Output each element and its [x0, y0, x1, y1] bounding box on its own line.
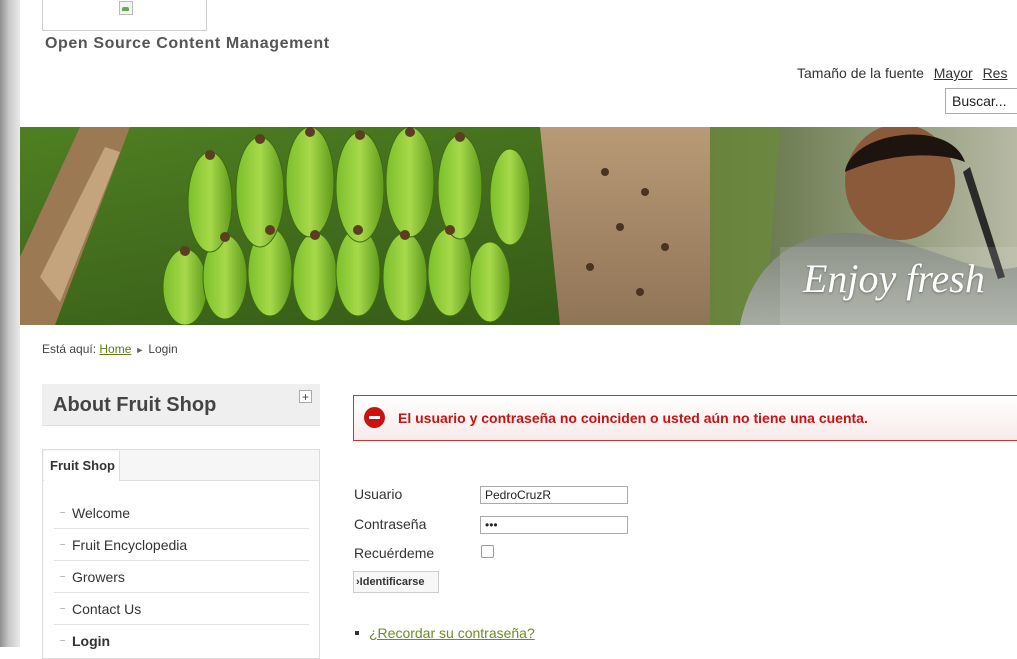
- forgot-password-link[interactable]: ¿Recordar su contraseña?: [369, 625, 535, 641]
- expand-plus-icon[interactable]: +: [299, 390, 312, 403]
- sidebar-item-contact-us[interactable]: Contact Us: [54, 593, 309, 625]
- breadcrumb-current: Login: [148, 342, 178, 356]
- password-field[interactable]: [480, 516, 628, 534]
- module-title: About Fruit Shop: [53, 394, 217, 416]
- sidebar-item-label: Fruit Encyclopedia: [72, 537, 188, 553]
- remember-label: Recuérdeme: [354, 545, 435, 561]
- login-button[interactable]: ›Identificarse: [353, 571, 439, 593]
- password-label: Contraseña: [354, 516, 427, 532]
- bullet-icon: [60, 608, 65, 610]
- sidebar-item-label: Welcome: [72, 505, 131, 521]
- sidebar-item-label: Contact Us: [72, 601, 142, 617]
- breadcrumb-separator-icon: ►: [135, 345, 145, 355]
- site-tagline: Open Source Content Management: [45, 35, 330, 52]
- site-logo[interactable]: [42, 0, 207, 31]
- sidebar-item-label: Growers: [72, 569, 125, 585]
- banner-slogan: Enjoy fresh: [803, 256, 985, 301]
- font-size-label: Tamaño de la fuente: [797, 65, 924, 81]
- sidebar-item-growers[interactable]: Growers: [54, 561, 309, 593]
- sidebar-item-fruit-encyclopedia[interactable]: Fruit Encyclopedia: [54, 529, 309, 561]
- sidebar-menu: Welcome Fruit Encyclopedia Growers Conta…: [54, 497, 309, 657]
- font-size-bigger-link[interactable]: Mayor: [934, 65, 973, 81]
- font-size-reset-link[interactable]: Res: [983, 65, 1008, 81]
- error-text: El usuario y contraseña no coinciden o u…: [398, 410, 868, 426]
- page-left-edge: [0, 0, 20, 647]
- bullet-icon: [60, 640, 65, 642]
- breadcrumb-home-link[interactable]: Home: [99, 342, 131, 356]
- error-icon: [364, 407, 385, 428]
- bullet-icon: [60, 544, 65, 546]
- bullet-icon: [60, 576, 65, 578]
- username-label: Usuario: [354, 486, 403, 502]
- username-field[interactable]: [480, 486, 628, 504]
- header-banner: Enjoy fresh: [20, 127, 1017, 325]
- breadcrumb-prefix: Está aquí:: [42, 342, 97, 356]
- sidebar-menu-panel: Fruit Shop Welcome Fruit Encyclopedia Gr…: [42, 449, 320, 659]
- bullet-icon: [355, 630, 359, 635]
- broken-image-icon: [119, 1, 133, 15]
- font-size-tools: Tamaño de la fuente Mayor Res: [797, 65, 1007, 81]
- remember-checkbox[interactable]: [481, 545, 494, 558]
- sidebar-item-welcome[interactable]: Welcome: [54, 497, 309, 529]
- tab-fruit-shop[interactable]: Fruit Shop: [44, 451, 120, 481]
- sidebar-item-login[interactable]: Login: [54, 625, 309, 657]
- forgot-password-item: ¿Recordar su contraseña?: [355, 625, 535, 641]
- login-error-message: El usuario y contraseña no coinciden o u…: [353, 395, 1017, 441]
- search-input[interactable]: [945, 88, 1017, 114]
- breadcrumb: Está aquí: Home ► Login: [42, 342, 178, 356]
- bullet-icon: [60, 512, 65, 514]
- about-module-header: About Fruit Shop +: [42, 384, 320, 426]
